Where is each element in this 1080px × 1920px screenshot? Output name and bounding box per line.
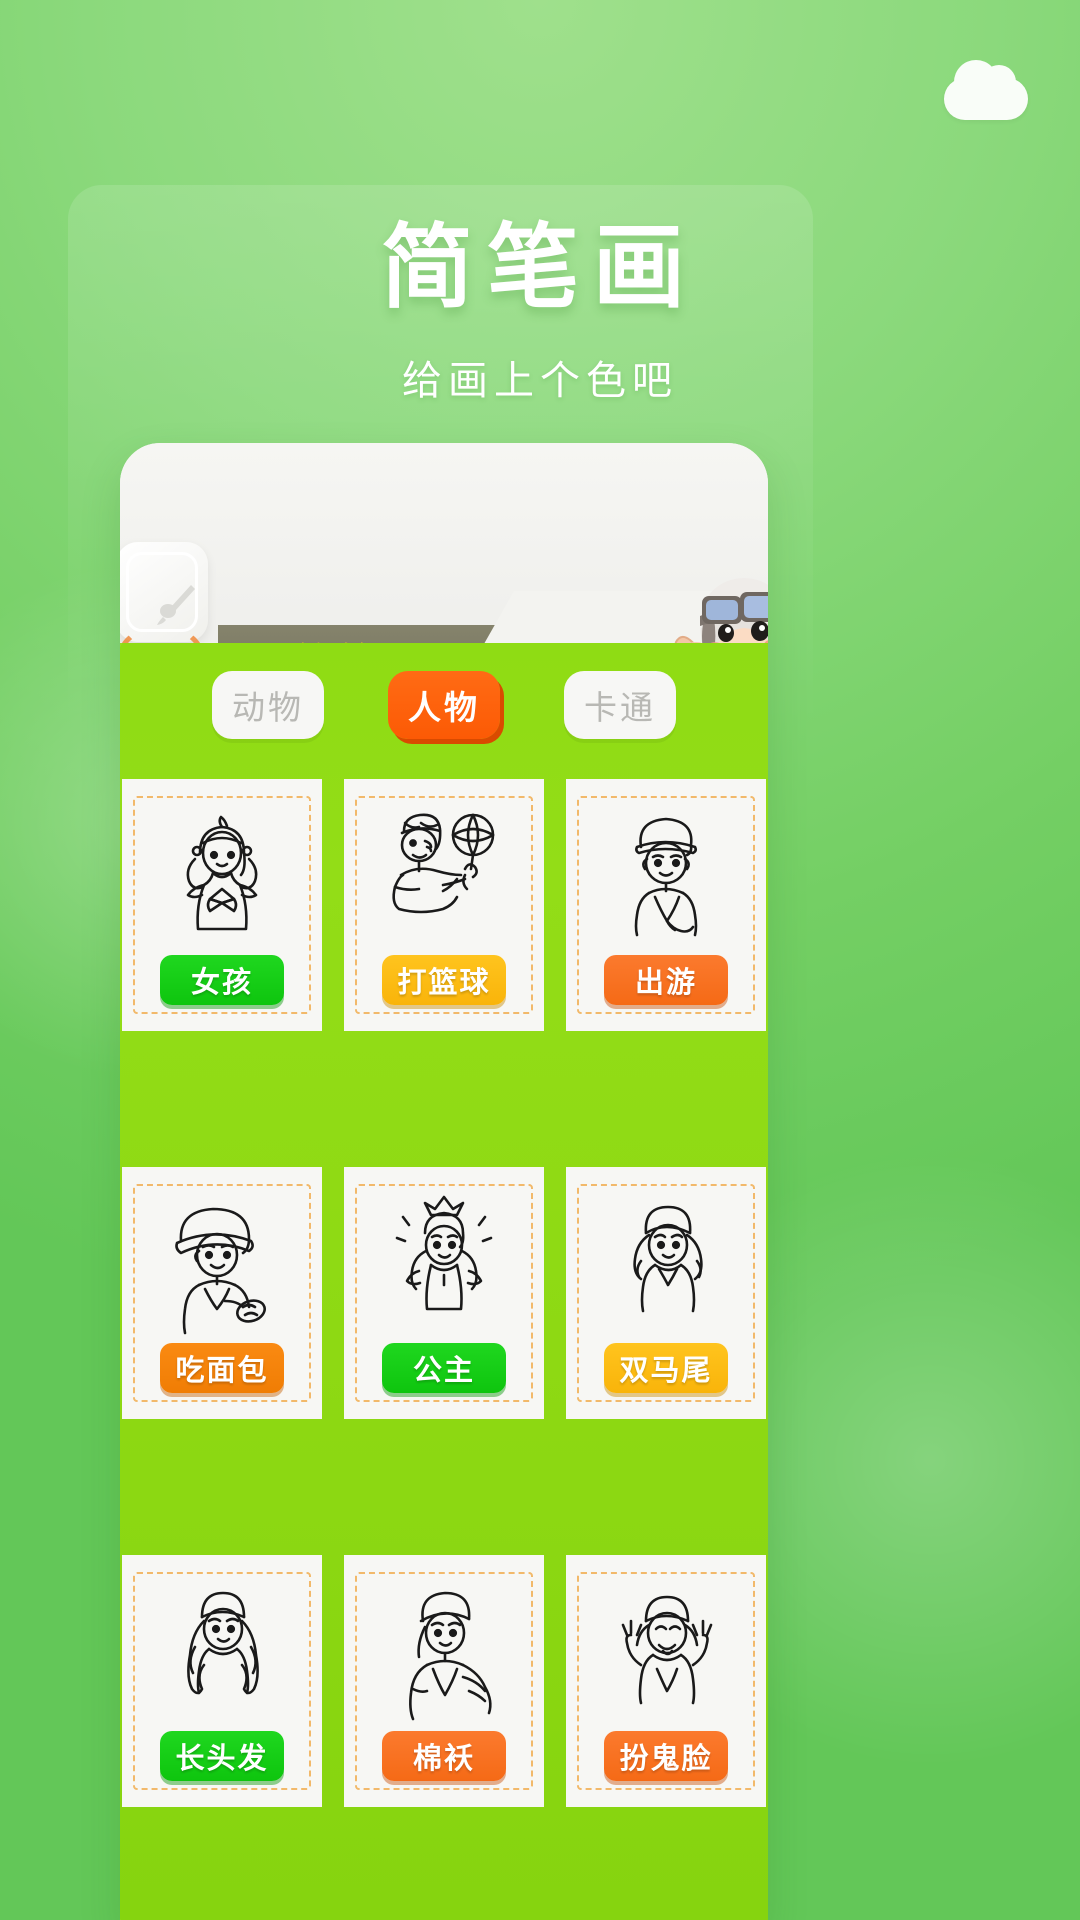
drawing-grid: 女孩 打篮球 出游 吃面包 公主 双马尾 长头发 棉袄 扮鬼脸	[120, 771, 768, 1920]
twintails-girl-drawing	[591, 1189, 741, 1339]
card-label: 公主	[382, 1343, 506, 1393]
card-label: 棉袄	[382, 1731, 506, 1781]
preview-content: 动物 人物 卡通 女孩 打篮球 出游 吃面包 公主 双马尾 长头发 棉袄 扮鬼脸	[120, 643, 768, 1920]
card-label: 女孩	[160, 955, 284, 1005]
drawing-card[interactable]: 公主	[344, 1167, 544, 1419]
tab-cartoon[interactable]: 卡通	[564, 671, 676, 739]
paintbrush-icon	[157, 585, 195, 625]
preview-header: 简笔画	[120, 443, 768, 698]
basketball-boy-drawing	[369, 801, 519, 951]
girl-bowtie-drawing	[147, 801, 297, 951]
drawing-card[interactable]: 长头发	[122, 1555, 322, 1807]
drawing-card[interactable]: 双马尾	[566, 1167, 766, 1419]
longhair-girl-drawing	[147, 1577, 297, 1727]
drawing-card[interactable]: 女孩	[122, 779, 322, 1031]
cloud-icon	[944, 60, 1028, 120]
princess-drawing	[369, 1189, 519, 1339]
bread-girl-drawing	[147, 1189, 297, 1339]
tab-animals-label: 动物	[232, 689, 304, 726]
card-label: 打篮球	[382, 955, 506, 1005]
card-label: 双马尾	[604, 1343, 728, 1393]
page-title: 简笔画	[380, 217, 699, 319]
brush-badge-inner	[126, 552, 198, 632]
app-screen: 简笔画 给画上个色吧 简笔画	[0, 0, 1080, 1920]
card-label: 扮鬼脸	[604, 1731, 728, 1781]
drawing-card[interactable]: 打篮球	[344, 779, 544, 1031]
drawing-card[interactable]: 出游	[566, 779, 766, 1031]
page-subtitle: 给画上个色吧	[402, 359, 678, 403]
tab-cartoon-label: 卡通	[584, 689, 656, 726]
funny-face-drawing	[591, 1577, 741, 1727]
app-preview-card: 简笔画	[120, 443, 768, 1920]
tab-people[interactable]: 人物	[388, 671, 500, 739]
card-label: 吃面包	[160, 1343, 284, 1393]
category-tabs: 动物 人物 卡通	[120, 671, 768, 743]
card-label: 长头发	[160, 1731, 284, 1781]
tab-animals[interactable]: 动物	[212, 671, 324, 739]
travel-girl-drawing	[591, 801, 741, 951]
drawing-card[interactable]: 棉袄	[344, 1555, 544, 1807]
card-label: 出游	[604, 955, 728, 1005]
tab-people-label: 人物	[408, 689, 480, 726]
drawing-card[interactable]: 扮鬼脸	[566, 1555, 766, 1807]
padded-coat-drawing	[369, 1577, 519, 1727]
drawing-card[interactable]: 吃面包	[122, 1167, 322, 1419]
